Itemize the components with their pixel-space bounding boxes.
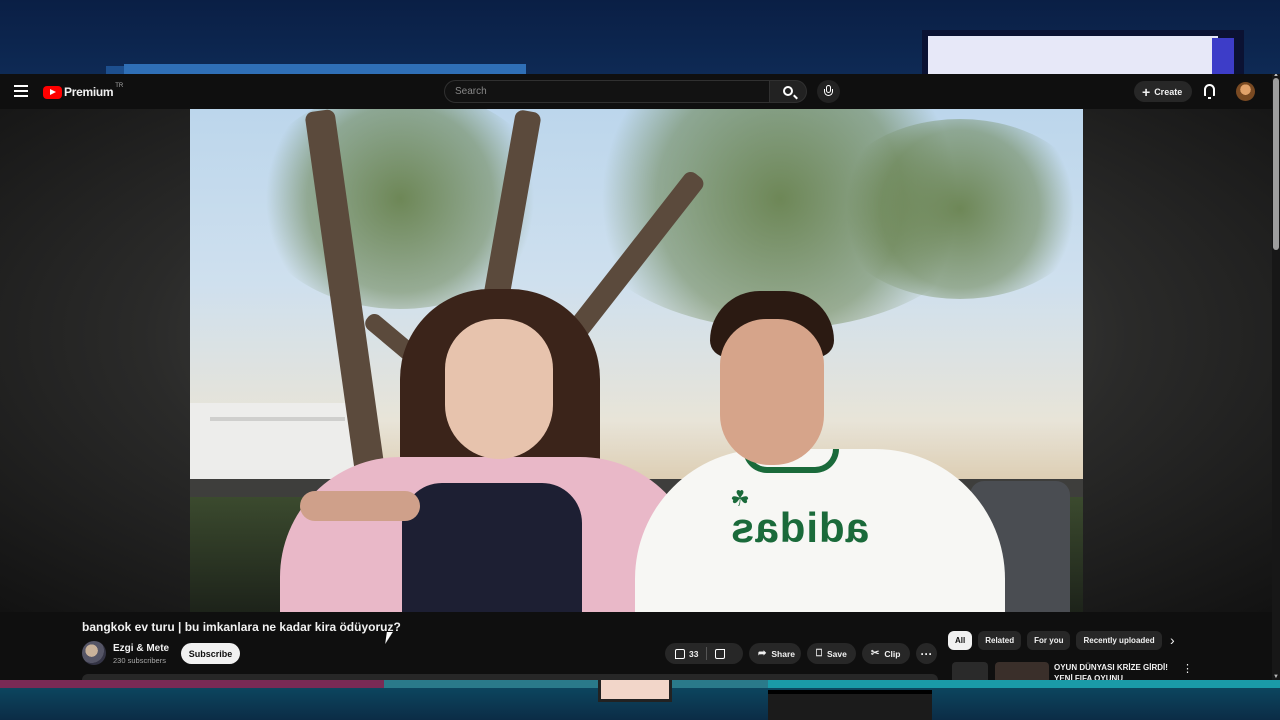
logo-text: Premium: [64, 85, 114, 99]
account-avatar[interactable]: [1236, 82, 1255, 101]
channel-avatar[interactable]: [82, 641, 106, 665]
subscriber-count: 230 subscribers: [113, 656, 166, 665]
bell-icon[interactable]: [1204, 84, 1215, 99]
share-button[interactable]: ➦ Share: [749, 643, 801, 664]
share-arrow-icon: ➦: [758, 647, 767, 659]
thumbs-down-icon: [715, 648, 726, 659]
scroll-down-arrow-icon[interactable]: ▼: [1273, 674, 1279, 680]
chip-related[interactable]: Related: [978, 631, 1022, 650]
create-label: Create: [1154, 86, 1183, 97]
create-button[interactable]: + Create: [1134, 81, 1192, 102]
video-player[interactable]: ☘ adidas: [190, 109, 1083, 612]
recommendation-thumbnail[interactable]: [995, 662, 1049, 680]
menu-icon[interactable]: [14, 85, 28, 97]
logo-region: TR: [115, 83, 124, 89]
save-button[interactable]: ⎕ Save: [807, 643, 856, 664]
person-right-face: [720, 319, 824, 465]
dislike-button[interactable]: [707, 648, 726, 659]
chip-recently-uploaded[interactable]: Recently uploaded: [1076, 631, 1162, 650]
desktop-pixel-window-accent: [1212, 38, 1234, 76]
plus-icon: +: [1142, 83, 1151, 100]
more-actions-button[interactable]: ···: [916, 643, 937, 664]
video-title: bangkok ev turu | bu imkanlara ne kadar …: [82, 620, 401, 634]
clip-button[interactable]: ✂ Clip: [862, 643, 910, 664]
recommendation-channel-avatar[interactable]: [952, 662, 988, 680]
voice-search-button[interactable]: [817, 80, 840, 103]
search-input[interactable]: [445, 81, 769, 102]
desktop-pixel-window-pane: [928, 36, 1218, 76]
recommendation-title[interactable]: OYUN DÜNYASI KRİZE GİRDİ! YENİ FIFA OYUN…: [1054, 662, 1172, 680]
thumbs-up-icon: [675, 648, 685, 659]
chip-for-you[interactable]: For you: [1027, 631, 1071, 650]
like-count: 33: [689, 648, 699, 659]
person-right-arm: [300, 491, 420, 521]
search-button[interactable]: [769, 80, 807, 103]
shirt-text: adidas: [729, 504, 870, 551]
youtube-logo[interactable]: Premium TR: [43, 83, 124, 100]
top-bar: Premium TR + Create: [0, 74, 1272, 109]
person-left-shirt: [402, 483, 582, 612]
like-dislike-group: 33: [665, 643, 743, 664]
clip-label: Clip: [884, 648, 901, 659]
share-label: Share: [771, 648, 796, 659]
pixel-gamepad-graphic: [768, 690, 932, 720]
save-label: Save: [827, 648, 847, 659]
like-button[interactable]: 33: [665, 647, 708, 660]
search-icon: [783, 86, 793, 96]
mic-stand-icon: [824, 89, 833, 96]
scissors-icon: ✂: [871, 647, 880, 659]
video-scene-canopy: [830, 119, 1083, 299]
channel-name[interactable]: Ezgi & Mete: [113, 643, 169, 654]
youtube-logo-icon: [43, 85, 62, 99]
recommendation-chips: All Related For you Recently uploaded: [948, 631, 1162, 650]
person-left-face: [445, 319, 553, 459]
scrollbar-thumb[interactable]: [1273, 78, 1279, 250]
desktop-pixel-window: [922, 30, 1244, 76]
description-box[interactable]: [82, 674, 938, 680]
youtube-window: Premium TR + Create ▲ ▼: [0, 74, 1280, 680]
subscribe-button[interactable]: Subscribe: [181, 643, 240, 664]
recommendation-more-icon[interactable]: ⋮: [1182, 662, 1193, 675]
chevron-right-icon[interactable]: ›: [1170, 631, 1175, 650]
bookmark-icon: ⎕: [816, 647, 822, 659]
search-box: [444, 80, 770, 103]
chip-all[interactable]: All: [948, 631, 973, 650]
pixel-hand-graphic: [598, 680, 672, 702]
page-scrollbar[interactable]: ▲ ▼: [1272, 74, 1280, 680]
mouse-cursor-icon: [385, 632, 399, 644]
